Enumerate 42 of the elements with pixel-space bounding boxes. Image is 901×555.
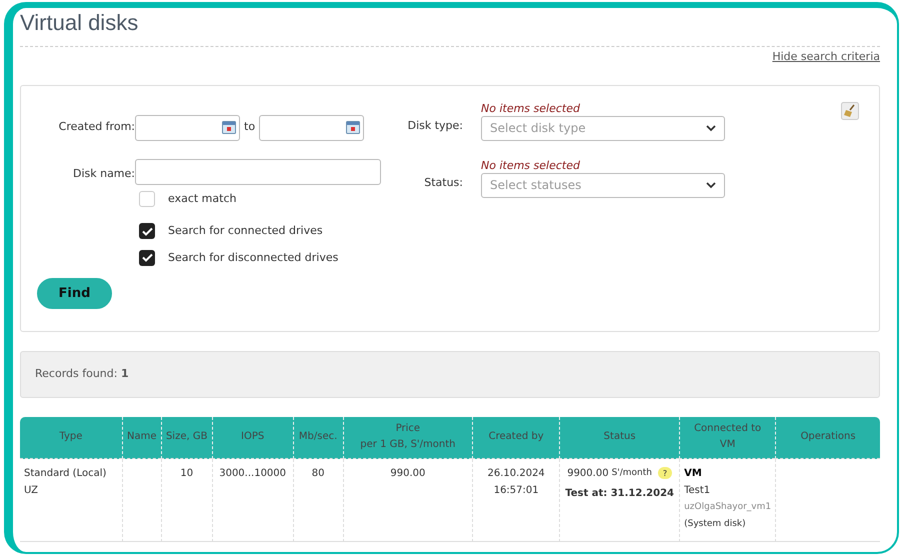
field-label: Created from:: [58, 119, 135, 136]
table-cell-text: 16:57:01: [492, 484, 540, 498]
page-title: Virtual disks: [20, 9, 140, 37]
selection-note: No items selected: [481, 102, 581, 114]
records-found-text: Records found: 1: [35, 366, 129, 382]
placeholder-text: Select disk type: [490, 120, 586, 137]
column-header: Type: [20, 416, 122, 458]
hide-criteria-link[interactable]: Hide search criteria: [772, 49, 880, 66]
field-label: Disk type:: [406, 118, 463, 134]
unit-label: S'/month: [612, 466, 652, 480]
column-header: Name: [122, 416, 161, 458]
column-header: IOPS: [212, 416, 293, 458]
vm-id: uzOlgaShayor_vm1: [684, 500, 772, 514]
placeholder-text: Select statuses: [490, 177, 582, 194]
column-header: Created by: [472, 416, 560, 458]
column-header: Connected to VM: [679, 416, 776, 458]
column-header: Status: [559, 416, 680, 458]
status-price: 9900.00: [567, 466, 609, 480]
selection-note: No items selected: [481, 160, 581, 170]
help-icon[interactable]: ?: [658, 467, 672, 479]
table-cell-text: 26.10.2024: [486, 466, 546, 480]
table-cell-text: 80: [310, 466, 326, 480]
disk-type-text: Standard (Local): [24, 466, 108, 480]
test-date-text: Test at: 31.12.2024: [564, 486, 675, 500]
connection-kind: VM: [684, 466, 703, 480]
field-label: Status:: [423, 175, 463, 191]
column-header: Price per 1 GB, S'/month: [342, 416, 472, 458]
find-button[interactable]: Find: [37, 278, 112, 309]
column-header: Size, GB: [160, 416, 212, 458]
disk-type-text: UZ: [24, 484, 39, 498]
field-label: Disk name:: [72, 166, 135, 182]
checkbox-label: Search for disconnected drives: [168, 250, 338, 266]
checkbox-label: exact match: [168, 190, 236, 206]
to-label: to: [244, 119, 256, 136]
checkbox-label: Search for connected drives: [168, 223, 323, 239]
disk-note: (System disk): [684, 518, 747, 530]
table-cell-text: 990.00: [389, 466, 426, 480]
column-header: Mb/sec.: [292, 416, 343, 458]
table-cell-text: 10: [179, 466, 194, 480]
table-cell-text: 3000...10000: [218, 466, 288, 480]
vm-name: Test1: [684, 484, 712, 498]
column-header: Operations: [775, 416, 880, 458]
